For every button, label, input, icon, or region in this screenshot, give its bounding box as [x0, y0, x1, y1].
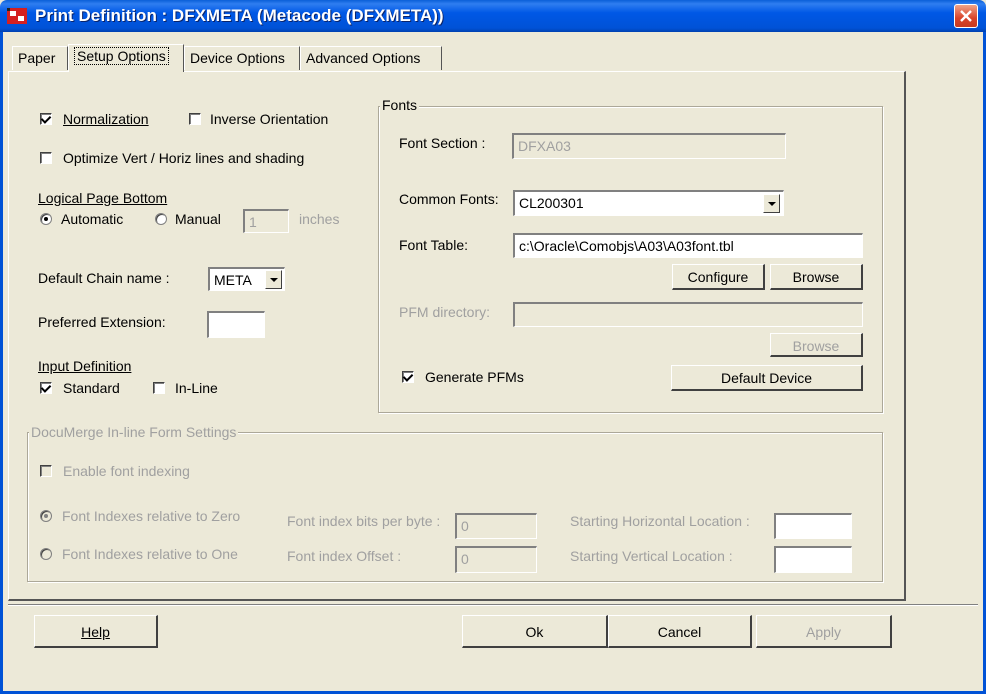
- normalization-checkbox[interactable]: [40, 113, 52, 125]
- pfm-browse-button[interactable]: Browse: [770, 333, 863, 357]
- bits-per-byte-input[interactable]: 0: [455, 513, 537, 539]
- preferred-extension-label: Preferred Extension:: [38, 314, 166, 330]
- enable-font-indexing-label: Enable font indexing: [63, 463, 190, 479]
- default-chain-value: META: [214, 272, 252, 288]
- tab-advanced-options[interactable]: Advanced Options: [300, 46, 442, 70]
- automatic-label: Automatic: [61, 211, 124, 227]
- pfm-directory-input[interactable]: [513, 302, 863, 327]
- footer-separator: [8, 604, 978, 606]
- configure-button-label: Configure: [687, 269, 749, 285]
- index-offset-input[interactable]: 0: [455, 546, 537, 573]
- default-device-button[interactable]: Default Device: [671, 365, 863, 391]
- help-button-label: Help: [81, 624, 110, 640]
- close-button[interactable]: [954, 4, 978, 28]
- inches-unit-label: inches: [299, 211, 340, 227]
- ok-button-label: Ok: [525, 624, 544, 640]
- automatic-radio[interactable]: [40, 213, 52, 225]
- inverse-orientation-label: Inverse Orientation: [210, 111, 329, 127]
- input-definition-heading: Input Definition: [38, 358, 132, 374]
- tab-device-options[interactable]: Device Options: [184, 46, 300, 70]
- tab-paper[interactable]: Paper: [12, 46, 68, 70]
- close-icon: [960, 10, 972, 22]
- chevron-down-icon[interactable]: [265, 270, 282, 289]
- configure-button[interactable]: Configure: [672, 264, 765, 290]
- default-chain-label: Default Chain name :: [38, 270, 170, 286]
- start-vertical-input[interactable]: [774, 546, 852, 573]
- tab-label: Paper: [18, 50, 56, 66]
- relative-zero-label: Font Indexes relative to Zero: [62, 508, 241, 524]
- optimize-lines-label: Optimize Vert / Horiz lines and shading: [63, 150, 305, 166]
- generate-pfms-label: Generate PFMs: [425, 369, 524, 385]
- relative-zero-radio[interactable]: [40, 510, 52, 522]
- relative-one-radio[interactable]: [40, 548, 52, 560]
- default-chain-select[interactable]: META: [208, 267, 285, 291]
- font-table-browse-button[interactable]: Browse: [770, 264, 863, 290]
- ok-button[interactable]: Ok: [462, 615, 608, 648]
- fonts-legend: Fonts: [380, 97, 420, 113]
- generate-pfms-checkbox[interactable]: [402, 371, 414, 383]
- tab-setup-options[interactable]: Setup Options: [68, 44, 184, 72]
- chevron-down-icon[interactable]: [763, 194, 780, 213]
- title-bar: Print Definition : DFXMETA (Metacode (DF…: [0, 0, 986, 32]
- bits-per-byte-label: Font index bits per byte :: [287, 513, 441, 529]
- inline-label: In-Line: [175, 380, 218, 396]
- default-device-button-label: Default Device: [720, 370, 813, 386]
- cancel-button[interactable]: Cancel: [608, 615, 752, 648]
- apply-button-label: Apply: [805, 624, 842, 640]
- common-fonts-select[interactable]: CL200301: [513, 190, 784, 216]
- font-section-label: Font Section :: [399, 135, 486, 151]
- font-table-label: Font Table:: [399, 237, 469, 253]
- documerge-legend: DocuMerge In-line Form Settings: [29, 424, 239, 440]
- pfm-browse-button-label: Browse: [792, 338, 840, 354]
- font-section-input[interactable]: DFXA03: [512, 133, 786, 159]
- browse-button-label: Browse: [792, 269, 840, 285]
- start-vertical-label: Starting Vertical Location :: [570, 548, 733, 564]
- font-table-input[interactable]: c:\Oracle\Comobjs\A03\A03font.tbl: [513, 233, 863, 258]
- manual-label: Manual: [175, 211, 221, 227]
- help-button[interactable]: Help: [34, 615, 158, 648]
- common-fonts-label: Common Fonts:: [399, 191, 499, 207]
- inverse-orientation-checkbox[interactable]: [189, 113, 201, 125]
- index-offset-label: Font index Offset :: [287, 548, 402, 564]
- standard-checkbox[interactable]: [40, 382, 52, 394]
- standard-label: Standard: [63, 380, 120, 396]
- common-fonts-value: CL200301: [519, 195, 584, 211]
- start-horizontal-input[interactable]: [774, 513, 852, 539]
- start-horizontal-label: Starting Horizontal Location :: [570, 513, 750, 529]
- logical-page-bottom-heading: Logical Page Bottom: [38, 190, 168, 206]
- relative-one-label: Font Indexes relative to One: [62, 546, 238, 562]
- cancel-button-label: Cancel: [657, 624, 702, 640]
- manual-inches-input[interactable]: 1: [243, 209, 289, 233]
- apply-button[interactable]: Apply: [756, 615, 892, 648]
- normalization-label: Normalization: [63, 111, 149, 127]
- tab-label: Advanced Options: [306, 50, 421, 66]
- tab-label: Device Options: [190, 50, 285, 66]
- manual-radio[interactable]: [155, 213, 167, 225]
- inline-checkbox[interactable]: [153, 382, 165, 394]
- pfm-directory-label: PFM directory:: [399, 304, 491, 320]
- optimize-lines-checkbox[interactable]: [40, 152, 52, 164]
- tab-label: Setup Options: [74, 47, 169, 65]
- printer-app-icon: [7, 8, 27, 24]
- window-title: Print Definition : DFXMETA (Metacode (DF…: [35, 6, 444, 25]
- enable-font-indexing-checkbox[interactable]: [40, 465, 52, 477]
- preferred-extension-input[interactable]: [207, 311, 265, 338]
